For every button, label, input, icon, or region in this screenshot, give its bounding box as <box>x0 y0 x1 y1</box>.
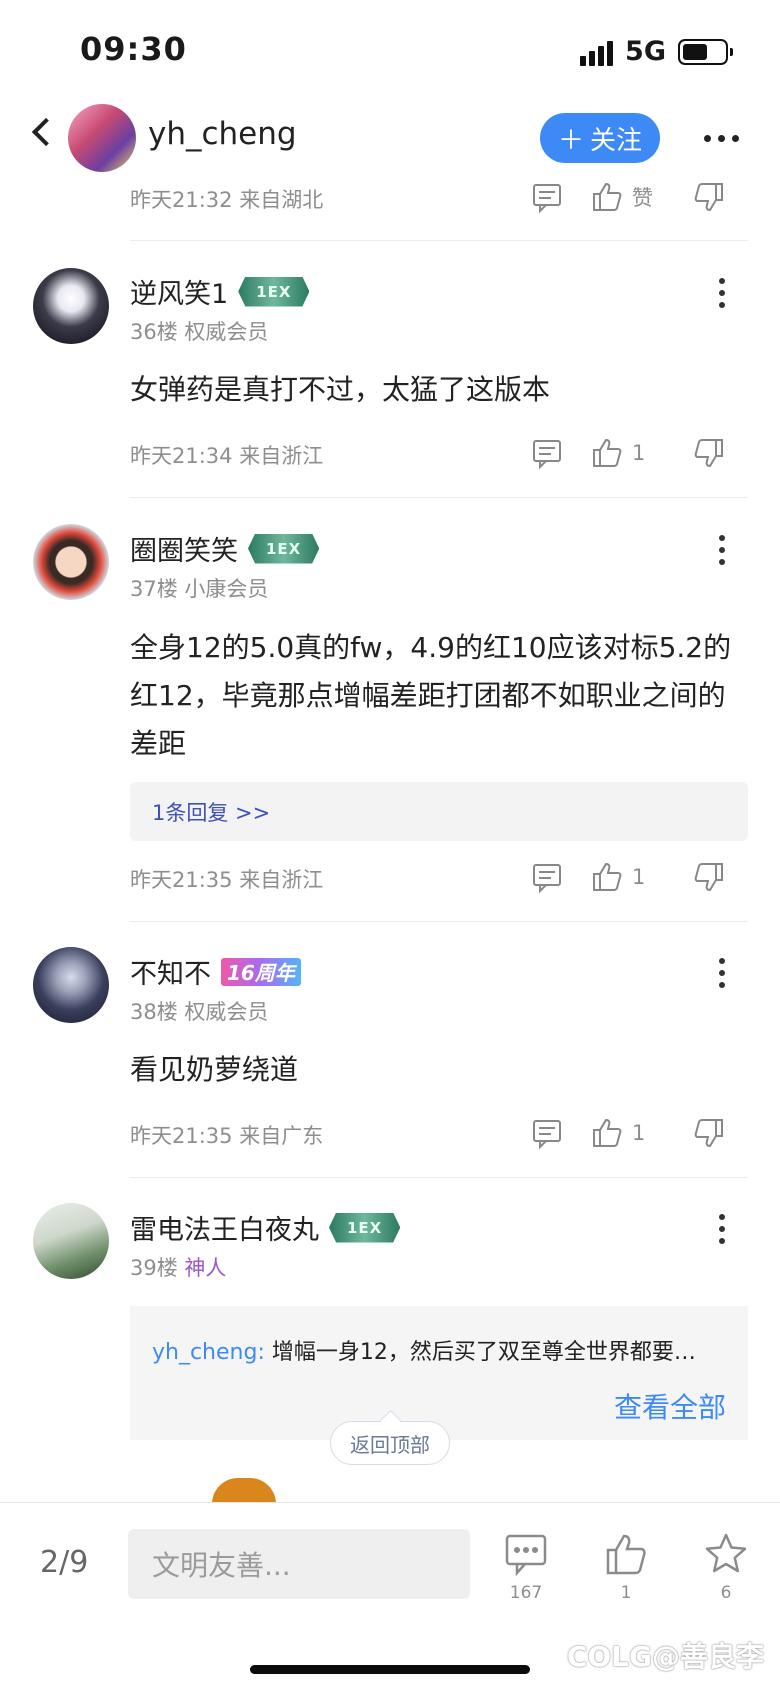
anniversary-badge: 16周年 <box>221 957 301 986</box>
comment-icon <box>505 1534 547 1577</box>
divider <box>130 240 748 241</box>
view-all-link[interactable]: 查看全部 <box>614 1386 726 1426</box>
floor-level: 37楼 小康会员 <box>130 577 269 601</box>
post-actions: 1 <box>530 436 726 470</box>
status-indicators: 5G <box>580 36 733 67</box>
like-button[interactable]: 1 <box>596 1531 656 1603</box>
divider <box>130 497 748 498</box>
dislike-icon[interactable] <box>692 180 726 214</box>
post-username[interactable]: 不知不 16周年 <box>130 952 301 991</box>
network-type: 5G <box>625 36 666 67</box>
follow-label: 关注 <box>590 125 643 156</box>
level-badge: 1EX <box>329 1212 401 1243</box>
author-name[interactable]: yh_cheng <box>148 116 297 152</box>
member-level: 神人 <box>184 1256 227 1280</box>
like-count: 1 <box>632 865 646 889</box>
floor-number: 39楼 <box>130 1256 178 1280</box>
status-time: 09:30 <box>80 30 187 68</box>
post-meta: 昨天21:32 来自湖北 <box>130 188 324 212</box>
like-icon[interactable] <box>590 436 624 470</box>
post-username[interactable]: 圈圈笑笑 1EX <box>130 529 320 568</box>
follow-button[interactable]: ＋ 关注 <box>540 113 660 163</box>
dislike-icon[interactable] <box>692 436 726 470</box>
post-meta: 昨天21:34 来自浙江 <box>130 444 324 468</box>
battery-icon <box>678 38 733 65</box>
back-to-top-button[interactable]: 返回顶部 <box>330 1421 450 1465</box>
post-actions: 1 <box>530 860 726 894</box>
signal-icon <box>580 38 614 66</box>
more-options-icon[interactable] <box>719 278 725 308</box>
divider <box>130 921 748 922</box>
post-content: 看见奶萝绕道 <box>130 1053 299 1086</box>
more-options-icon[interactable] <box>719 1214 725 1244</box>
avatar[interactable] <box>33 1203 109 1279</box>
dislike-icon[interactable] <box>692 860 726 894</box>
post-actions: 赞 <box>530 180 726 214</box>
page-indicator[interactable]: 2/9 <box>40 1545 88 1580</box>
like-count: 1 <box>632 1121 646 1145</box>
username-text: 不知不 <box>130 959 211 990</box>
level-badge: 1EX <box>248 533 320 564</box>
quoted-username[interactable]: yh_cheng: <box>152 1340 265 1365</box>
post-username[interactable]: 雷电法王白夜丸 1EX <box>130 1208 401 1247</box>
back-arrow-icon[interactable] <box>31 117 61 147</box>
quoted-reply-box[interactable]: yh_cheng: 增幅一身12，然后买了双至尊全世界都要… 查看全部 <box>130 1306 748 1440</box>
username-text: 圈圈笑笑 <box>130 536 238 567</box>
battery-level <box>683 43 707 60</box>
like-icon[interactable] <box>590 1116 624 1150</box>
post-content: 全身12的5.0真的fw，4.9的红10应该对标5.2的红12，毕竟那点增幅差距… <box>130 631 732 760</box>
comment-input[interactable]: 文明友善... <box>128 1529 470 1599</box>
avatar[interactable] <box>33 947 109 1023</box>
avatar[interactable] <box>33 524 109 600</box>
post-actions: 1 <box>530 1116 726 1150</box>
post-username[interactable]: 逆风笑1 1EX <box>130 272 310 311</box>
favorite-count: 6 <box>720 1583 732 1603</box>
like-count: 1 <box>620 1583 632 1603</box>
more-options-icon[interactable] <box>719 958 725 988</box>
bottom-bar: 2/9 文明友善... 167 1 6 COLG@善良李 <box>0 1502 780 1688</box>
floor-level: 36楼 权威会员 <box>130 320 269 344</box>
quoted-reply: yh_cheng: 增幅一身12，然后买了双至尊全世界都要… <box>152 1334 696 1366</box>
like-icon[interactable] <box>590 860 624 894</box>
floor-level: 38楼 权威会员 <box>130 1000 269 1024</box>
comment-icon[interactable] <box>530 436 564 470</box>
floor-level: 39楼 神人 <box>130 1252 226 1282</box>
comment-icon[interactable] <box>530 860 564 894</box>
home-indicator[interactable] <box>250 1665 530 1674</box>
post-meta: 昨天21:35 来自广东 <box>130 1124 324 1148</box>
watermark: COLG@善良李 <box>566 1640 764 1673</box>
quoted-text: 增幅一身12，然后买了双至尊全世界都要… <box>264 1340 696 1365</box>
more-options-icon[interactable] <box>704 135 739 142</box>
post-meta: 昨天21:35 来自浙江 <box>130 868 324 892</box>
username-text: 雷电法王白夜丸 <box>130 1215 319 1246</box>
dislike-icon[interactable] <box>692 1116 726 1150</box>
comment-icon[interactable] <box>530 1116 564 1150</box>
plus-icon: ＋ <box>557 125 584 156</box>
comment-count: 167 <box>509 1583 543 1603</box>
comments-button[interactable]: 167 <box>496 1531 556 1603</box>
divider <box>130 1177 748 1178</box>
comment-icon[interactable] <box>530 180 564 214</box>
author-avatar[interactable] <box>68 104 136 172</box>
avatar[interactable] <box>33 268 109 344</box>
username-text: 逆风笑1 <box>130 279 229 310</box>
like-icon <box>606 1534 646 1575</box>
more-options-icon[interactable] <box>719 535 725 565</box>
like-count: 1 <box>632 441 646 465</box>
like-label: 赞 <box>632 186 653 210</box>
reply-link[interactable]: 1条回复 >> <box>130 782 748 841</box>
star-icon <box>705 1533 747 1573</box>
post-content: 女弹药是真打不过，太猛了这版本 <box>130 373 551 406</box>
favorite-button[interactable]: 6 <box>696 1531 756 1603</box>
like-icon[interactable] <box>590 180 624 214</box>
level-badge: 1EX <box>238 276 310 307</box>
avatar <box>212 1478 276 1504</box>
